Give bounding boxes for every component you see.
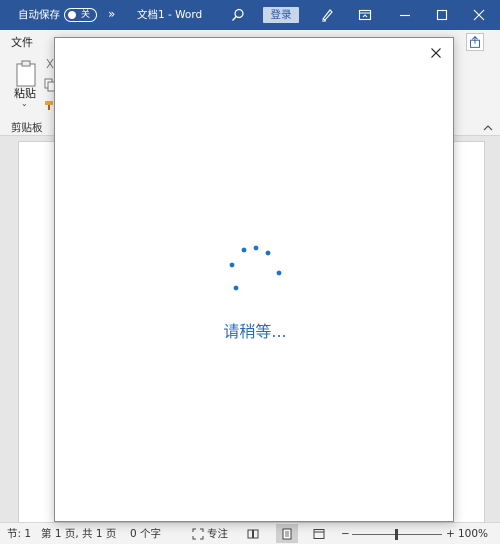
focus-label[interactable]: 专注 (207, 528, 228, 540)
minimize-icon[interactable] (398, 8, 412, 22)
please-wait-text: 请稍等... (223, 322, 287, 341)
pen-icon[interactable] (320, 8, 334, 22)
zoom-out-button[interactable]: − (341, 528, 350, 540)
loading-dialog: 请稍等... (54, 37, 454, 522)
status-bar: 节: 1 第 1 页, 共 1 页 0 个字 专注 − + 100% (0, 522, 500, 544)
zoom-level[interactable]: 100% (458, 528, 488, 540)
spinner-icon (229, 245, 282, 291)
autosave-label: 自动保存 (18, 9, 60, 21)
section-indicator[interactable]: 节: 1 (7, 528, 31, 540)
ribbon-display-icon[interactable] (358, 8, 372, 22)
paste-dropdown-arrow[interactable]: ⌄ (21, 99, 28, 108)
paste-icon[interactable] (14, 60, 38, 88)
document-title: 文档1 - Word (137, 9, 203, 21)
page-indicator[interactable]: 第 1 页, 共 1 页 (41, 528, 116, 540)
autosave-state: 关 (81, 10, 91, 20)
close-icon[interactable] (427, 44, 445, 62)
autosave-toggle[interactable]: 关 (64, 8, 97, 22)
word-count[interactable]: 0 个字 (130, 528, 161, 540)
close-icon[interactable] (472, 8, 486, 22)
share-icon[interactable] (466, 33, 484, 51)
login-button[interactable]: 登录 (263, 7, 299, 23)
collapse-ribbon-icon[interactable] (482, 124, 494, 132)
title-bar: 自动保存 关 » 文档1 - Word 登录 (0, 0, 500, 30)
print-layout-icon[interactable] (281, 528, 293, 540)
read-mode-icon[interactable] (247, 528, 259, 540)
maximize-icon[interactable] (435, 8, 449, 22)
toggle-knob (68, 11, 76, 19)
search-icon[interactable] (231, 8, 245, 22)
web-layout-icon[interactable] (313, 528, 325, 540)
zoom-in-button[interactable]: + (446, 528, 455, 540)
tab-file[interactable]: 文件 (11, 34, 33, 50)
focus-icon[interactable] (192, 528, 204, 540)
clipboard-group-label: 剪贴板 (11, 122, 43, 134)
quick-access-more-button[interactable]: » (108, 7, 115, 21)
zoom-slider-thumb[interactable] (395, 529, 398, 540)
